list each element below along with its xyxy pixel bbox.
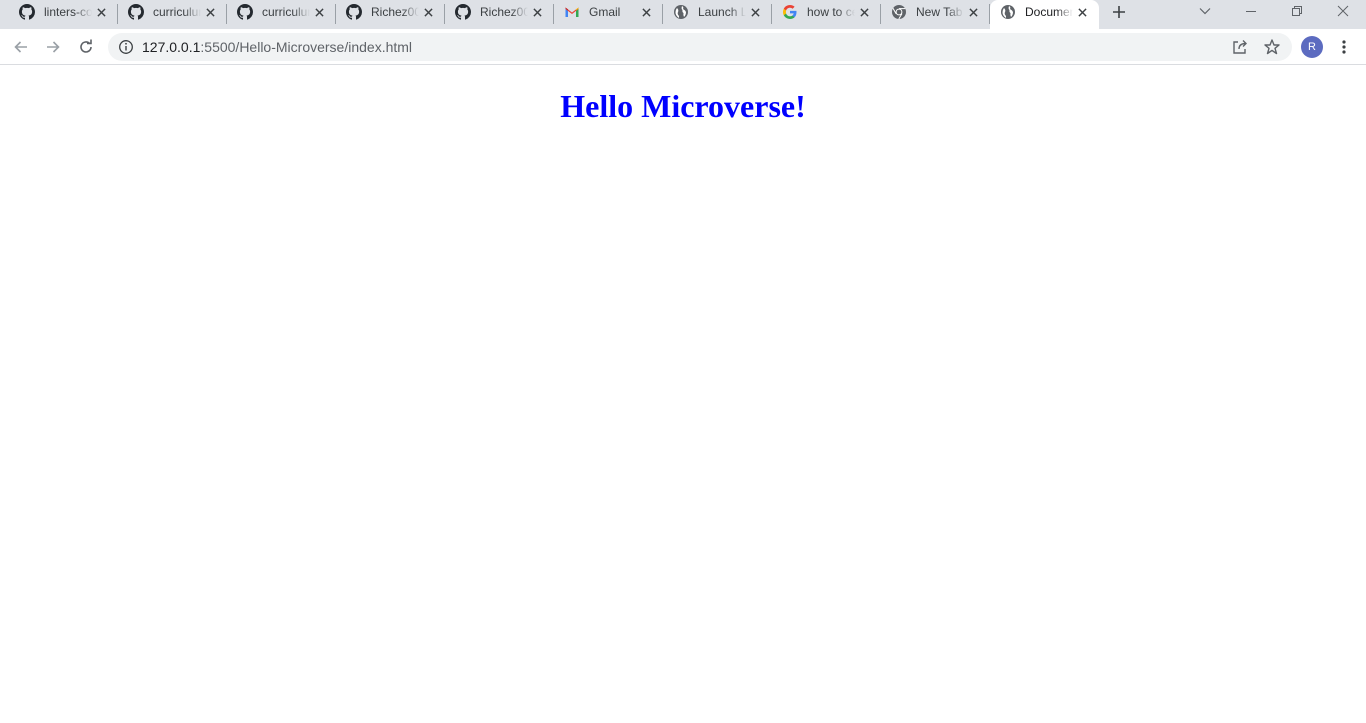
page-heading: Hello Microverse! [560, 88, 806, 124]
tab-8[interactable]: New Tab [881, 0, 990, 29]
globe-icon [1000, 4, 1016, 20]
info-icon[interactable] [118, 39, 134, 55]
close-icon [1337, 5, 1349, 17]
chrome-icon [891, 4, 907, 20]
close-icon[interactable] [965, 4, 981, 20]
close-icon[interactable] [1074, 4, 1090, 20]
github-icon [19, 4, 35, 20]
plus-icon [1113, 6, 1125, 18]
close-icon[interactable] [311, 4, 327, 20]
chevron-down-icon [1199, 8, 1211, 15]
github-icon [128, 4, 144, 20]
close-icon[interactable] [747, 4, 763, 20]
restore-icon [1292, 6, 1302, 16]
profile-avatar[interactable]: R [1301, 36, 1323, 58]
tab-3[interactable]: Richez00 [336, 0, 445, 29]
github-icon [346, 4, 362, 20]
url-text: 127.0.0.1:5500/Hello-Microverse/index.ht… [142, 40, 412, 55]
tab-title: Richez00 [371, 5, 419, 19]
url-host: 127.0.0.1 [142, 39, 201, 55]
minimize-icon [1246, 11, 1256, 12]
gmail-icon [564, 4, 580, 20]
tab-title: curriculum [153, 5, 201, 19]
close-icon[interactable] [856, 4, 872, 20]
page-viewport: Hello Microverse! [0, 66, 1366, 723]
arrow-left-icon [14, 41, 27, 53]
tab-4[interactable]: Richez00 [445, 0, 554, 29]
tab-strip: linters-config curriculum curriculum Ric… [0, 0, 1366, 29]
bookmark-star-icon[interactable] [1263, 38, 1281, 56]
back-button[interactable] [9, 35, 33, 59]
arrow-right-icon [47, 41, 60, 53]
google-icon [782, 4, 798, 20]
close-icon[interactable] [529, 4, 545, 20]
github-icon [237, 4, 253, 20]
tab-7[interactable]: how to center [772, 0, 881, 29]
restore-button[interactable] [1282, 0, 1312, 22]
close-icon[interactable] [93, 4, 109, 20]
github-icon [455, 4, 471, 20]
close-icon[interactable] [420, 4, 436, 20]
tab-6[interactable]: Launch Live [663, 0, 772, 29]
globe-icon [673, 4, 689, 20]
tab-title: curriculum [262, 5, 310, 19]
tab-title: Document [1025, 5, 1073, 19]
tab-title: Gmail [589, 5, 621, 19]
minimize-button[interactable] [1236, 0, 1266, 22]
window-close-button[interactable] [1328, 0, 1358, 22]
tab-search-button[interactable] [1190, 0, 1220, 22]
tab-1[interactable]: curriculum [118, 0, 227, 29]
tab-9-active[interactable]: Document [990, 0, 1099, 29]
address-bar[interactable]: 127.0.0.1:5500/Hello-Microverse/index.ht… [108, 33, 1292, 61]
close-icon[interactable] [638, 4, 654, 20]
menu-button[interactable] [1332, 35, 1356, 59]
url-path: :5500/Hello-Microverse/index.html [200, 39, 413, 55]
tab-title: Launch Live [698, 5, 746, 19]
forward-button[interactable] [41, 35, 65, 59]
more-vertical-icon [1342, 40, 1346, 54]
tab-2[interactable]: curriculum [227, 0, 336, 29]
reload-button[interactable] [74, 35, 98, 59]
tab-5[interactable]: Gmail [554, 0, 663, 29]
browser-toolbar: 127.0.0.1:5500/Hello-Microverse/index.ht… [0, 29, 1366, 65]
close-icon[interactable] [202, 4, 218, 20]
share-icon[interactable] [1231, 38, 1249, 56]
tab-title: New Tab [916, 5, 963, 19]
new-tab-button[interactable] [1109, 2, 1129, 22]
tab-title: linters-config [44, 5, 92, 19]
tab-title: how to center [807, 5, 855, 19]
tab-title: Richez00 [480, 5, 528, 19]
tab-0[interactable]: linters-config [9, 0, 118, 29]
reload-icon [80, 39, 92, 53]
